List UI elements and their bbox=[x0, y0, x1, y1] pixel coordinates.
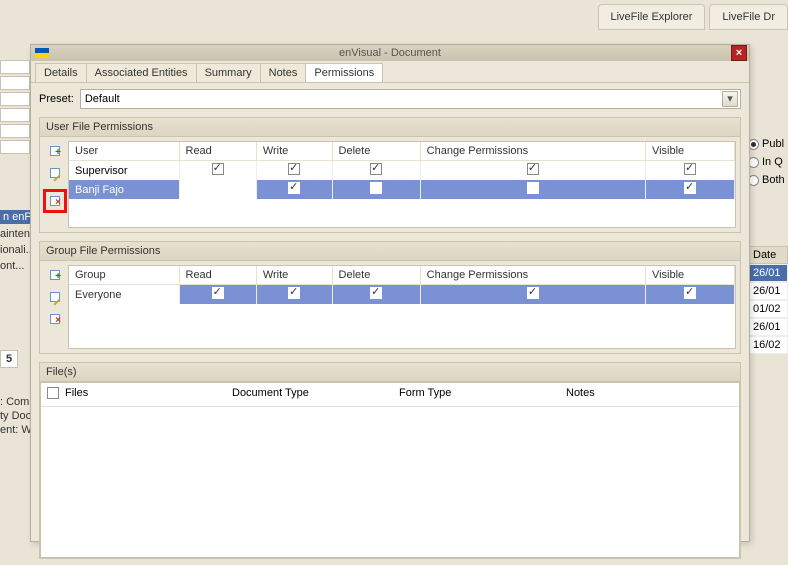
bg-left-selected[interactable]: n enPr.. bbox=[0, 210, 30, 224]
tab-permissions[interactable]: Permissions bbox=[305, 63, 383, 82]
checkbox-change[interactable] bbox=[527, 163, 539, 175]
edit-user-perm-icon[interactable] bbox=[47, 165, 63, 181]
tab-details[interactable]: Details bbox=[35, 63, 87, 82]
col-visible[interactable]: Visible bbox=[645, 266, 734, 285]
preset-value: Default bbox=[85, 93, 722, 105]
group-name: Everyone bbox=[69, 285, 179, 305]
background-right-strip: Publ In Q Both Date 26/01 26/01 01/02 26… bbox=[748, 88, 788, 354]
col-write[interactable]: Write bbox=[256, 142, 332, 161]
bg-cell-5: 5 bbox=[0, 350, 18, 368]
bg-date-row[interactable]: 26/01 bbox=[748, 264, 788, 282]
dialog-tabs: Details Associated Entities Summary Note… bbox=[31, 61, 749, 83]
files-group: File(s) Files Document Type Form Type No… bbox=[39, 362, 741, 559]
tab-associated-entities[interactable]: Associated Entities bbox=[86, 63, 197, 82]
bg-date-row[interactable]: 26/01 bbox=[748, 282, 788, 300]
group-perm-table: Group Read Write Delete Change Permissio… bbox=[68, 265, 736, 349]
col-files[interactable]: Files bbox=[65, 387, 232, 402]
checkbox-change[interactable] bbox=[527, 287, 539, 299]
tab-summary[interactable]: Summary bbox=[196, 63, 261, 82]
bg-date-row[interactable]: 26/01 bbox=[748, 318, 788, 336]
checkbox-visible[interactable] bbox=[684, 182, 696, 194]
user-perm-row-supervisor[interactable]: Supervisor bbox=[69, 161, 735, 181]
checkbox-delete[interactable] bbox=[370, 287, 382, 299]
col-delete[interactable]: Delete bbox=[332, 142, 420, 161]
preset-row: Preset: Default ▾ bbox=[39, 89, 741, 109]
bg-left-item[interactable]: ont... bbox=[0, 260, 30, 272]
col-document-type[interactable]: Document Type bbox=[232, 387, 399, 402]
col-form-type[interactable]: Form Type bbox=[399, 387, 566, 402]
checkbox-write[interactable] bbox=[288, 163, 300, 175]
app-icon bbox=[35, 48, 49, 58]
checkbox-read[interactable] bbox=[212, 182, 224, 194]
col-notes[interactable]: Notes bbox=[566, 387, 733, 402]
group-permissions-header: Group File Permissions bbox=[40, 242, 740, 261]
close-button[interactable]: × bbox=[731, 45, 747, 61]
dialog-titlebar[interactable]: enVisual - Document × bbox=[31, 45, 749, 61]
background-bottom-strip: 5 : Com ty Doc ent: W bbox=[0, 350, 32, 438]
checkbox-delete[interactable] bbox=[370, 182, 382, 194]
files-table: Files Document Type Form Type Notes bbox=[40, 382, 740, 558]
col-user[interactable]: User bbox=[69, 142, 179, 161]
bg-radio-inq[interactable]: In Q bbox=[748, 156, 788, 168]
user-perm-toolbar bbox=[44, 141, 66, 213]
bg-radio-both[interactable]: Both bbox=[748, 174, 788, 186]
checkbox-visible[interactable] bbox=[684, 287, 696, 299]
edit-group-perm-icon[interactable] bbox=[47, 289, 63, 305]
bg-tab-livefile-dr[interactable]: LiveFile Dr bbox=[709, 4, 788, 30]
chevron-down-icon[interactable]: ▾ bbox=[722, 91, 738, 107]
user-perm-row-banji-fajo[interactable]: Banji Fajo bbox=[69, 180, 735, 199]
checkbox-change[interactable] bbox=[527, 182, 539, 194]
col-change-permissions[interactable]: Change Permissions bbox=[420, 142, 645, 161]
preset-combo[interactable]: Default ▾ bbox=[80, 89, 741, 109]
user-name: Supervisor bbox=[69, 161, 179, 181]
col-delete[interactable]: Delete bbox=[332, 266, 420, 285]
col-read[interactable]: Read bbox=[179, 266, 256, 285]
files-header-row: Files Document Type Form Type Notes bbox=[41, 383, 739, 407]
col-write[interactable]: Write bbox=[256, 266, 332, 285]
checkbox-read[interactable] bbox=[212, 287, 224, 299]
files-select-all-checkbox[interactable] bbox=[47, 387, 59, 399]
group-perm-row-everyone[interactable]: Everyone bbox=[69, 285, 735, 305]
files-empty-area bbox=[41, 407, 739, 557]
col-read[interactable]: Read bbox=[179, 142, 256, 161]
files-header: File(s) bbox=[40, 363, 740, 382]
user-permissions-group: User File Permissions User Read bbox=[39, 117, 741, 233]
bg-date-header[interactable]: Date bbox=[748, 246, 788, 264]
delete-user-perm-icon[interactable] bbox=[47, 193, 63, 209]
group-permissions-group: Group File Permissions Group Read Write bbox=[39, 241, 741, 354]
col-visible[interactable]: Visible bbox=[645, 142, 734, 161]
checkbox-write[interactable] bbox=[288, 287, 300, 299]
checkbox-delete[interactable] bbox=[370, 163, 382, 175]
dialog-title: enVisual - Document bbox=[49, 47, 731, 59]
bg-radio-publ[interactable]: Publ bbox=[748, 138, 788, 150]
document-dialog: enVisual - Document × Details Associated… bbox=[30, 44, 750, 542]
group-perm-header-row: Group Read Write Delete Change Permissio… bbox=[69, 266, 735, 285]
background-tabs: LiveFile Explorer LiveFile Dr bbox=[598, 4, 788, 30]
preset-label: Preset: bbox=[39, 93, 74, 105]
tab-notes[interactable]: Notes bbox=[260, 63, 307, 82]
user-perm-table: User Read Write Delete Change Permission… bbox=[68, 141, 736, 228]
bg-date-row[interactable]: 01/02 bbox=[748, 300, 788, 318]
delete-group-perm-icon[interactable] bbox=[47, 311, 63, 327]
checkbox-write[interactable] bbox=[288, 182, 300, 194]
col-group[interactable]: Group bbox=[69, 266, 179, 285]
user-perm-header-row: User Read Write Delete Change Permission… bbox=[69, 142, 735, 161]
user-permissions-header: User File Permissions bbox=[40, 118, 740, 137]
bg-date-row[interactable]: 16/02 bbox=[748, 336, 788, 354]
group-perm-toolbar bbox=[44, 265, 66, 327]
add-user-perm-icon[interactable] bbox=[47, 143, 63, 159]
bg-tab-livefile-explorer[interactable]: LiveFile Explorer bbox=[598, 4, 706, 30]
user-name: Banji Fajo bbox=[69, 180, 179, 199]
add-group-perm-icon[interactable] bbox=[47, 267, 63, 283]
background-left-strip: n enPr.. ainten.. ionali.. ont... bbox=[0, 60, 30, 276]
bg-left-item[interactable]: ionali.. bbox=[0, 244, 30, 256]
col-change-permissions[interactable]: Change Permissions bbox=[420, 266, 645, 285]
bg-left-item[interactable]: ainten.. bbox=[0, 228, 30, 240]
delete-user-perm-highlight bbox=[43, 189, 67, 213]
checkbox-read[interactable] bbox=[212, 163, 224, 175]
checkbox-visible[interactable] bbox=[684, 163, 696, 175]
